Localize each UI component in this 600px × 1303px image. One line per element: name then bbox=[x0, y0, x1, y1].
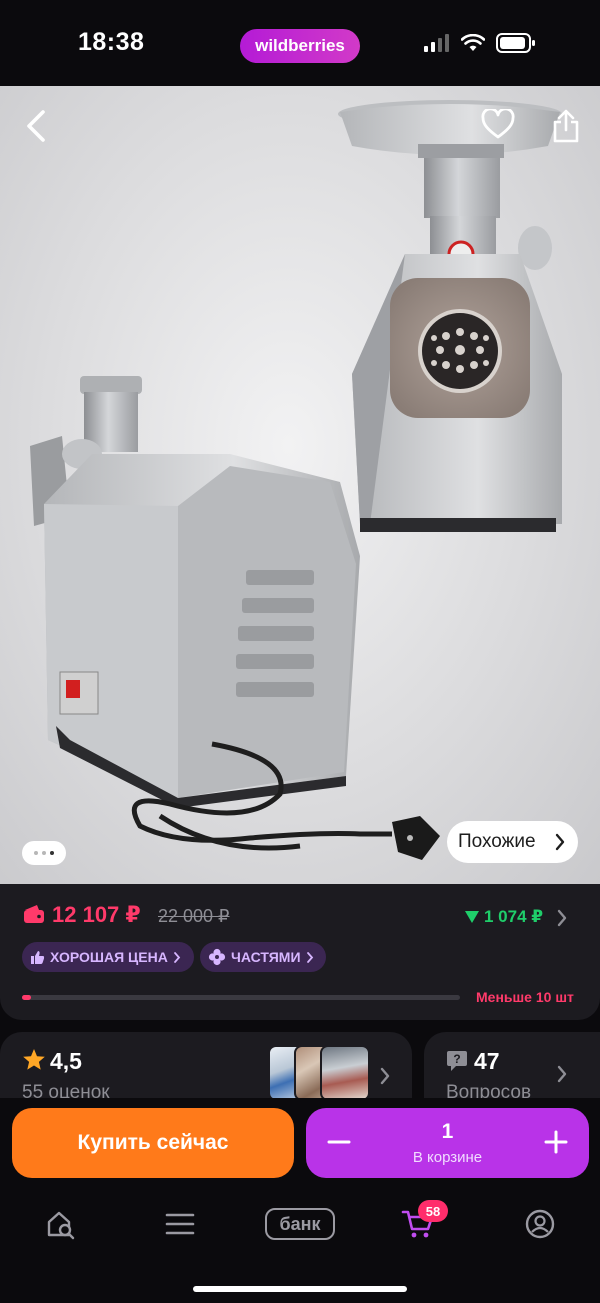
back-button[interactable] bbox=[16, 106, 56, 146]
wallet-icon bbox=[24, 905, 44, 923]
chevron-right-icon bbox=[380, 1067, 390, 1085]
thumbs-up-icon bbox=[31, 950, 45, 964]
product-photo bbox=[30, 100, 562, 860]
share-button[interactable] bbox=[546, 104, 586, 148]
chevron-right-icon bbox=[306, 951, 313, 963]
home-search-icon bbox=[47, 1211, 75, 1240]
tab-home[interactable] bbox=[40, 1206, 80, 1242]
carousel-dot-active bbox=[50, 851, 54, 855]
price-drop-value: 1 074 ₽ bbox=[484, 907, 544, 926]
carousel-indicator bbox=[22, 841, 66, 865]
questions-count: 47 bbox=[474, 1048, 500, 1074]
review-photos[interactable] bbox=[268, 1045, 370, 1101]
profile-icon bbox=[525, 1209, 555, 1239]
stock-progress bbox=[22, 995, 460, 1000]
price-card: 12 107 ₽ 22 000 ₽ 1 074 ₽ ХОРОШАЯ ЦЕНА Ч… bbox=[0, 884, 600, 1020]
wifi-icon bbox=[461, 34, 485, 51]
cart-quantity-control: 1 В корзине bbox=[306, 1108, 589, 1178]
carousel-dot bbox=[42, 851, 46, 855]
home-indicator bbox=[193, 1286, 407, 1292]
star-icon bbox=[23, 1049, 45, 1070]
old-price: 22 000 ₽ bbox=[158, 906, 230, 926]
stock-text: Меньше 10 шт bbox=[476, 989, 574, 1005]
chevron-left-icon bbox=[27, 110, 45, 142]
tab-bank[interactable]: банк bbox=[265, 1208, 335, 1240]
buy-now-button[interactable]: Купить сейчас bbox=[12, 1108, 294, 1178]
good-price-badge[interactable]: ХОРОШАЯ ЦЕНА bbox=[22, 942, 194, 972]
menu-icon bbox=[165, 1213, 195, 1235]
heart-icon bbox=[481, 109, 515, 139]
question-bubble-icon: ? bbox=[447, 1051, 467, 1071]
installments-label: ЧАСТЯМИ bbox=[231, 949, 301, 965]
cart-count-badge: 58 bbox=[418, 1200, 448, 1222]
price-drop[interactable]: 1 074 ₽ bbox=[464, 907, 543, 927]
installments-badge[interactable]: ЧАСТЯМИ bbox=[200, 942, 326, 972]
split-payment-icon bbox=[208, 948, 226, 966]
brand-logo: wildberries bbox=[240, 29, 360, 63]
review-photo[interactable] bbox=[320, 1045, 370, 1101]
similar-button[interactable]: Похожие bbox=[447, 821, 578, 863]
good-price-label: ХОРОШАЯ ЦЕНА bbox=[50, 949, 168, 965]
favorite-button[interactable] bbox=[478, 104, 518, 144]
rating-value: 4,5 bbox=[50, 1048, 82, 1074]
similar-label: Похожие bbox=[458, 831, 536, 852]
svg-text:?: ? bbox=[453, 1052, 460, 1066]
chevron-right-icon bbox=[555, 833, 565, 851]
tab-catalog[interactable] bbox=[160, 1206, 200, 1242]
buy-bar: Купить сейчас 1 В корзине bbox=[0, 1098, 600, 1190]
chevron-right-icon bbox=[173, 951, 181, 963]
current-price: 12 107 ₽ bbox=[52, 902, 141, 927]
share-icon bbox=[553, 109, 579, 143]
status-bar: 18:38 wildberries bbox=[0, 0, 600, 86]
triangle-down-icon bbox=[465, 911, 479, 923]
signal-icon bbox=[424, 34, 449, 52]
bottom-tab-bar: банк 58 bbox=[0, 1190, 600, 1303]
stock-progress-fill bbox=[22, 995, 31, 1000]
product-image-carousel[interactable]: Похожие bbox=[0, 86, 600, 884]
plus-icon[interactable] bbox=[543, 1129, 569, 1155]
tab-profile[interactable] bbox=[520, 1206, 560, 1242]
chevron-right-icon bbox=[557, 1065, 567, 1083]
status-time: 18:38 bbox=[78, 28, 145, 56]
system-icons bbox=[424, 33, 536, 53]
battery-icon bbox=[496, 33, 535, 53]
chevron-right-icon[interactable] bbox=[556, 908, 568, 928]
carousel-dot bbox=[34, 851, 38, 855]
